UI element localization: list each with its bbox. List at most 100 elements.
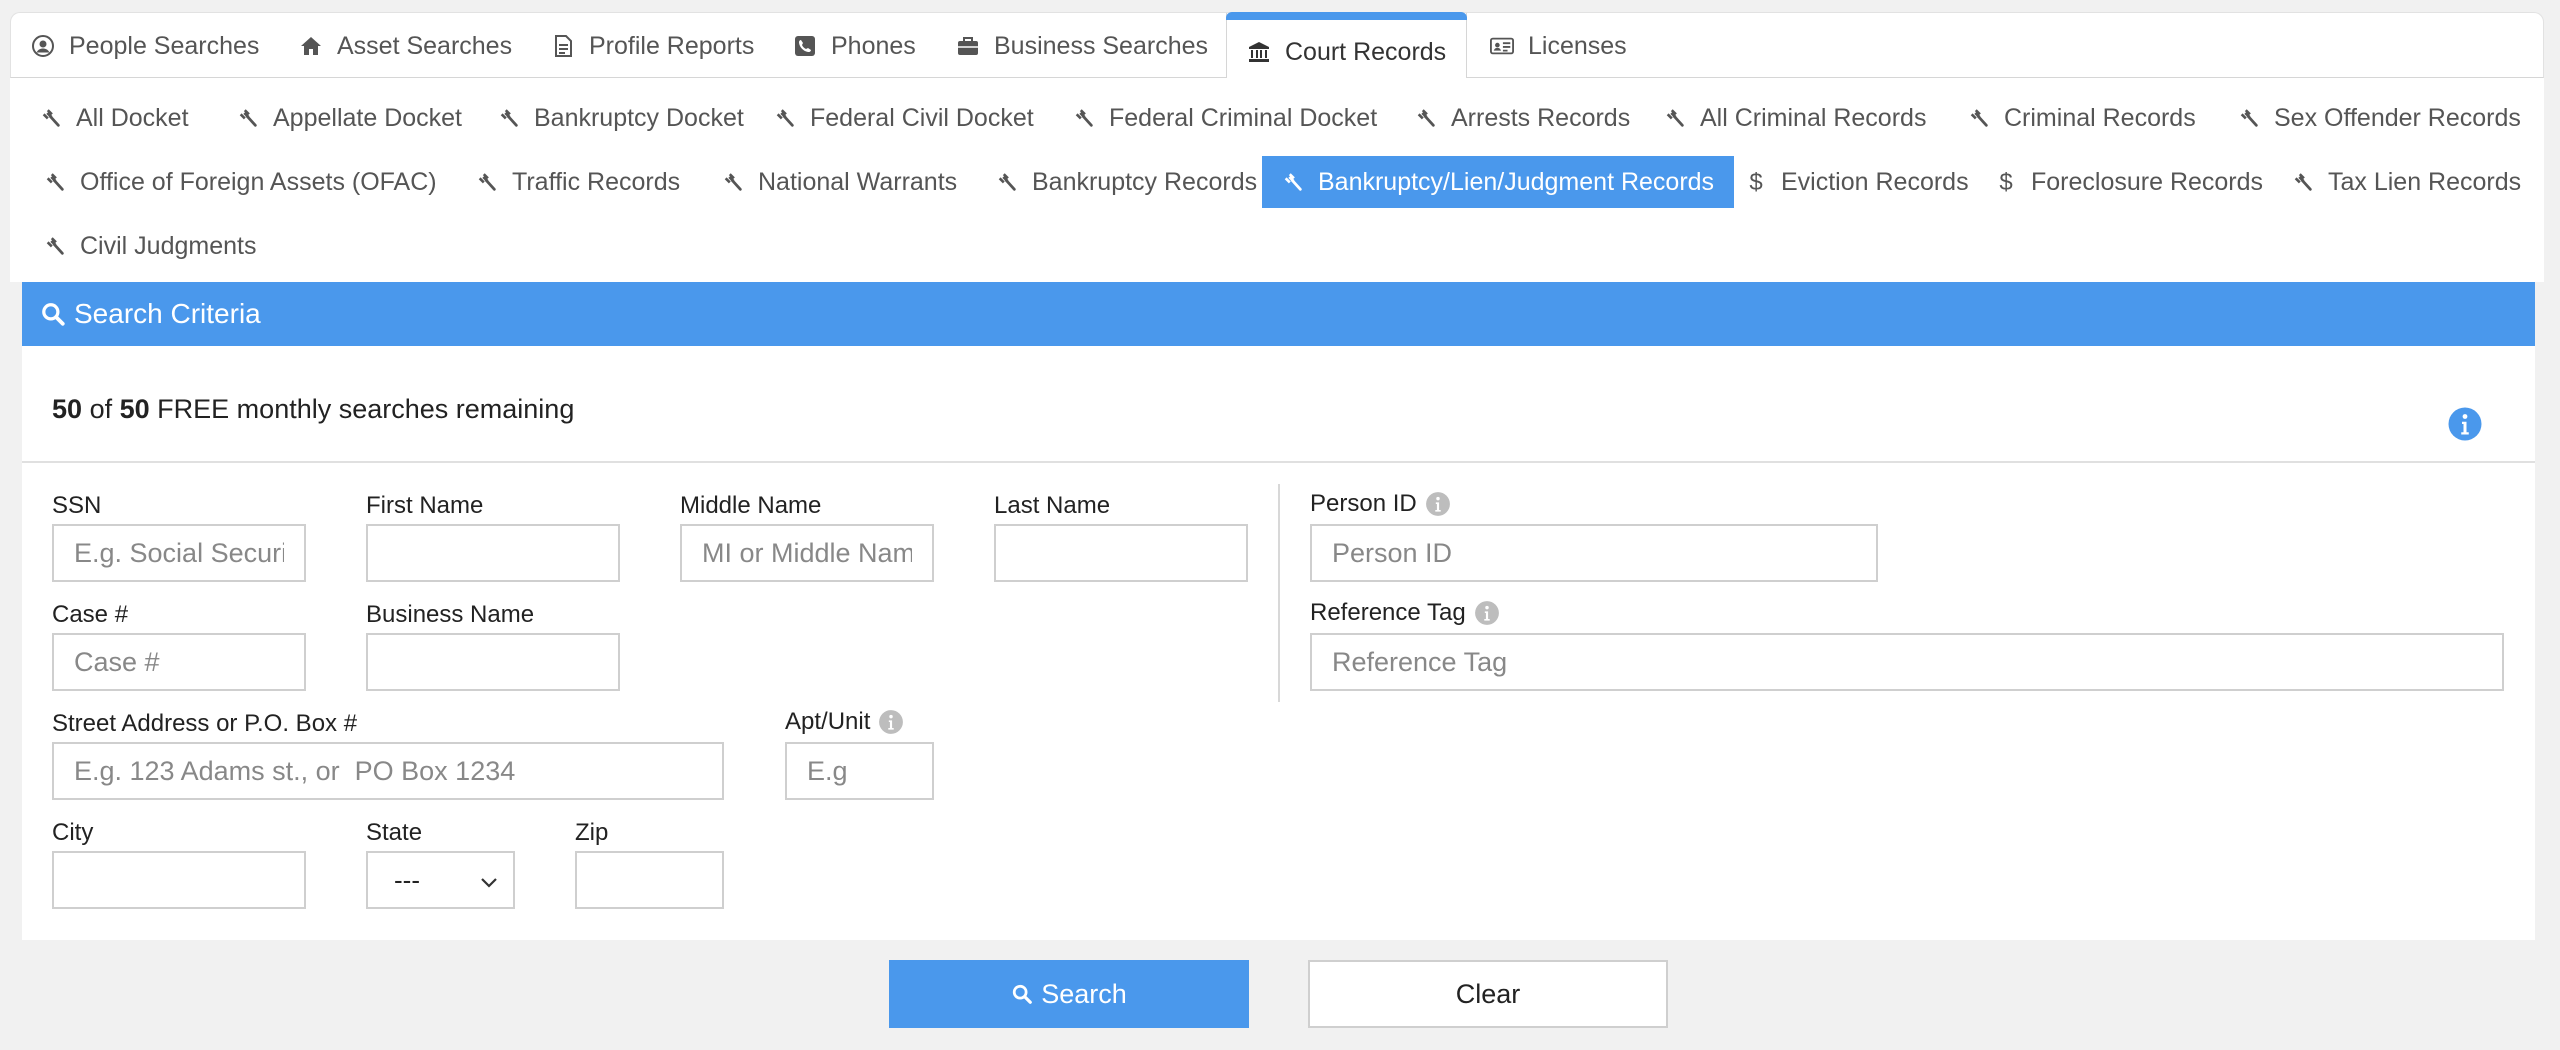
gavel-icon xyxy=(40,107,62,129)
city-input[interactable] xyxy=(52,851,306,909)
divider xyxy=(22,461,2535,463)
reference-tag-label-text: Reference Tag xyxy=(1310,599,1466,626)
sub-tab-label: Civil Judgments xyxy=(80,231,257,260)
sub-tab-label: Eviction Records xyxy=(1781,167,1969,196)
sub-tab-label: Bankruptcy/Lien/Judgment Records xyxy=(1318,167,1715,196)
sub-tab-federal-criminal-docket[interactable]: Federal Criminal Docket xyxy=(1053,92,1397,144)
search-criteria-header: Search Criteria xyxy=(22,282,2535,346)
sub-tab-label: Arrests Records xyxy=(1451,103,1631,132)
tab-label: Profile Reports xyxy=(589,31,755,60)
svg-text:$: $ xyxy=(1999,170,2012,194)
gavel-icon xyxy=(44,171,66,193)
last-name-input[interactable] xyxy=(994,524,1248,582)
tab-court-records[interactable]: Court Records xyxy=(1226,12,1468,79)
sub-tab-criminal-records[interactable]: Criminal Records xyxy=(1948,92,2216,144)
info-tooltip-icon[interactable] xyxy=(878,709,904,735)
gavel-icon xyxy=(44,235,66,257)
sub-tab-label: All Docket xyxy=(76,103,189,132)
tab-profile-reports[interactable]: Profile Reports xyxy=(551,13,754,79)
sub-tab-bankruptcy-lien-judgment-records[interactable]: Bankruptcy/Lien/Judgment Records xyxy=(1262,156,1735,208)
user-circle-icon xyxy=(31,34,55,58)
quota-suffix: FREE monthly searches remaining xyxy=(157,394,575,424)
state-label: State xyxy=(366,819,423,846)
sub-tab-all-docket[interactable]: All Docket xyxy=(20,92,209,144)
info-tooltip-icon[interactable] xyxy=(1425,491,1451,517)
sub-tab-bankruptcy-docket[interactable]: Bankruptcy Docket xyxy=(478,92,764,144)
gavel-icon xyxy=(237,107,259,129)
person-id-input[interactable] xyxy=(1310,524,1878,582)
street-address-input[interactable] xyxy=(52,742,724,800)
sub-tab-federal-civil-docket[interactable]: Federal Civil Docket xyxy=(754,92,1054,144)
gavel-icon xyxy=(1968,107,1990,129)
clear-button-label: Clear xyxy=(1455,978,1521,1009)
sub-tab-label: Bankruptcy Docket xyxy=(534,103,744,132)
gavel-icon xyxy=(498,107,520,129)
tab-asset-searches[interactable]: Asset Searches xyxy=(299,13,512,79)
tab-label: Licenses xyxy=(1528,31,1627,60)
quota-of: of xyxy=(89,394,113,424)
document-icon xyxy=(551,34,575,58)
sub-tab-traffic-records[interactable]: Traffic Records xyxy=(456,156,700,208)
info-tooltip-icon[interactable] xyxy=(1474,600,1500,626)
gavel-icon xyxy=(1664,107,1686,129)
sub-tab-office-of-foreign-assets-ofac[interactable]: Office of Foreign Assets (OFAC) xyxy=(24,156,457,208)
zip-input[interactable] xyxy=(575,851,724,909)
tab-business-searches[interactable]: Business Searches xyxy=(956,13,1208,79)
tab-label: People Searches xyxy=(69,31,260,60)
quota-used: 50 xyxy=(52,394,83,424)
middle-name-label: Middle Name xyxy=(680,492,822,519)
state-selected-value: --- xyxy=(394,864,420,895)
tab-label: Business Searches xyxy=(994,31,1209,60)
clear-button[interactable]: Clear xyxy=(1308,960,1668,1028)
sub-tab-tax-lien-records[interactable]: Tax Lien Records xyxy=(2272,156,2541,208)
city-label: City xyxy=(52,819,94,846)
sub-tab-area: All Docket Appellate Docket Bankruptcy Doc… xyxy=(10,78,2544,282)
gavel-icon xyxy=(996,171,1018,193)
dollar-icon: $ xyxy=(1995,170,2017,194)
business-name-label: Business Name xyxy=(366,601,535,628)
sub-tab-label: All Criminal Records xyxy=(1700,103,1927,132)
gavel-icon xyxy=(476,171,498,193)
tab-phones[interactable]: Phones xyxy=(793,13,916,79)
gavel-icon xyxy=(1415,107,1437,129)
tab-label: Asset Searches xyxy=(337,31,513,60)
tab-label: Court Records xyxy=(1285,37,1447,66)
case-number-input[interactable] xyxy=(52,633,306,691)
search-icon xyxy=(1011,983,1033,1005)
sub-tab-label: Traffic Records xyxy=(512,167,681,196)
info-icon[interactable] xyxy=(2447,406,2483,442)
ssn-input[interactable] xyxy=(52,524,306,582)
svg-text:$: $ xyxy=(1749,170,1762,194)
reference-tag-label: Reference Tag xyxy=(1310,599,1500,627)
reference-tag-input[interactable] xyxy=(1310,633,2504,691)
sub-tab-foreclosure-records[interactable]: $ Foreclosure Records xyxy=(1975,156,2283,208)
sub-tab-appellate-docket[interactable]: Appellate Docket xyxy=(217,92,482,144)
sub-tab-label: Federal Civil Docket xyxy=(810,103,1034,132)
apt-unit-input[interactable] xyxy=(785,742,934,800)
tab-people-searches[interactable]: People Searches xyxy=(31,13,259,79)
sub-tab-label: Criminal Records xyxy=(2004,103,2196,132)
search-button[interactable]: Search xyxy=(889,960,1249,1028)
person-id-label-text: Person ID xyxy=(1310,490,1417,517)
sub-tab-national-warrants[interactable]: National Warrants xyxy=(702,156,977,208)
courthouse-icon xyxy=(1247,40,1271,64)
person-id-label: Person ID xyxy=(1310,490,1451,518)
first-name-input[interactable] xyxy=(366,524,620,582)
gavel-icon xyxy=(2238,107,2260,129)
top-tab-bar: People Searches Asset Searches Profile R… xyxy=(10,12,2544,79)
sub-tab-all-criminal-records[interactable]: All Criminal Records xyxy=(1644,92,1946,144)
sub-tab-arrests-records[interactable]: Arrests Records xyxy=(1395,92,1650,144)
tab-licenses[interactable]: Licenses xyxy=(1490,13,1627,79)
business-name-input[interactable] xyxy=(366,633,620,691)
ssn-label: SSN xyxy=(52,492,102,519)
phone-icon xyxy=(793,34,817,58)
sub-tab-eviction-records[interactable]: $ Eviction Records xyxy=(1725,156,1989,208)
sub-tab-label: National Warrants xyxy=(758,167,958,196)
sub-tab-bankruptcy-records[interactable]: Bankruptcy Records xyxy=(976,156,1277,208)
sub-tab-sex-offender-records[interactable]: Sex Offender Records xyxy=(2218,92,2541,144)
quota-total: 50 xyxy=(119,394,150,424)
gavel-icon xyxy=(722,171,744,193)
middle-name-input[interactable] xyxy=(680,524,934,582)
state-select[interactable]: --- xyxy=(366,851,515,909)
sub-tab-civil-judgments[interactable]: Civil Judgments xyxy=(24,220,276,272)
